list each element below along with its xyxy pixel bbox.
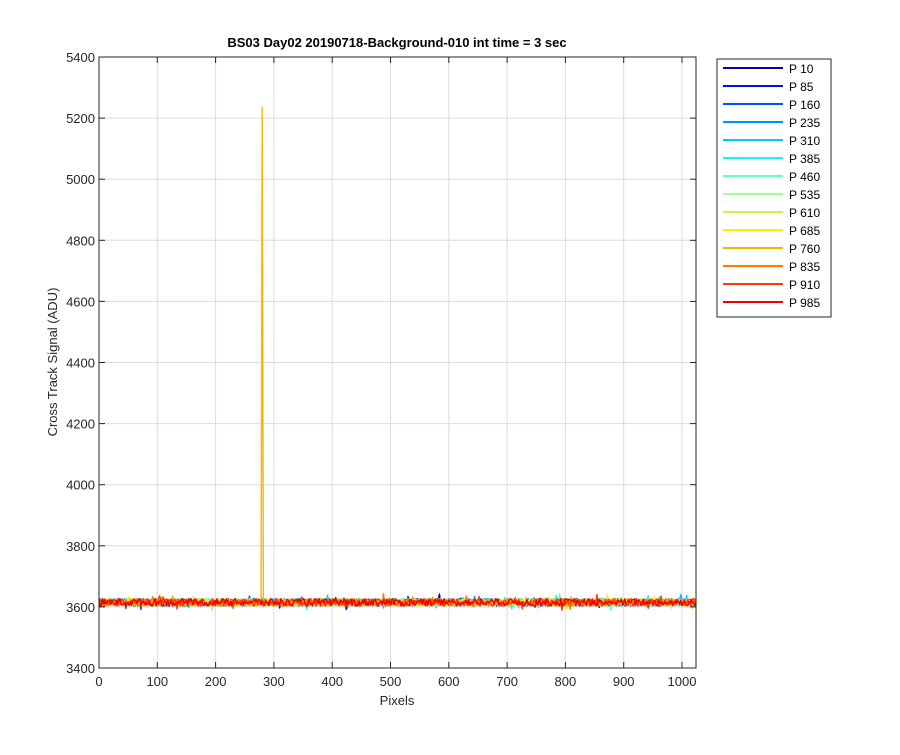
x-tick-label: 0 — [95, 674, 102, 689]
x-tick-label: 500 — [380, 674, 402, 689]
legend-label: P 385 — [789, 152, 820, 166]
line-chart: 0 100 200 300 400 500 600 700 800 900 1000 3400 3600… — [45, 35, 832, 708]
x-tick-label: 100 — [146, 674, 168, 689]
y-tick-label: 5200 — [66, 111, 95, 126]
chart-title: BS03 Day02 20190718-Background-010 int t… — [227, 35, 566, 50]
x-axis-label: Pixels — [380, 693, 415, 708]
legend-label: P 760 — [789, 242, 820, 256]
legend-label: P 685 — [789, 224, 820, 238]
legend-label: P 610 — [789, 206, 820, 220]
legend-label: P 460 — [789, 170, 820, 184]
y-tick-label: 4000 — [66, 478, 95, 493]
legend: P 10 P 85 P 160 P 235 P 310 P 385 P 460 P 535 P … — [716, 58, 832, 318]
legend-label: P 910 — [789, 278, 820, 292]
x-tick-label: 300 — [263, 674, 285, 689]
series-line — [98, 106, 697, 610]
y-tick-label: 5000 — [66, 172, 95, 187]
legend-label: P 10 — [789, 62, 814, 76]
x-tick-label: 700 — [496, 674, 518, 689]
legend-label: P 85 — [789, 80, 814, 94]
x-tick-label: 600 — [438, 674, 460, 689]
y-tick-label: 4400 — [66, 356, 95, 371]
legend-label: P 835 — [789, 260, 820, 274]
figure: 0 100 200 300 400 500 600 700 800 900 1000 3400 3600… — [0, 0, 900, 750]
x-tick-label: 400 — [321, 674, 343, 689]
x-tick-label: 1000 — [668, 674, 697, 689]
legend-label: P 235 — [789, 116, 820, 130]
legend-label: P 310 — [789, 134, 820, 148]
axis-ticks: 0 100 200 300 400 500 600 700 800 900 1000 3400 3600… — [66, 50, 696, 689]
x-tick-label: 800 — [555, 674, 577, 689]
y-tick-label: 5400 — [66, 50, 95, 65]
grid-lines — [99, 57, 696, 668]
x-tick-label: 200 — [205, 674, 227, 689]
series-layer — [98, 106, 697, 612]
y-tick-label: 4600 — [66, 294, 95, 309]
y-tick-label: 4200 — [66, 417, 95, 432]
y-axis-label: Cross Track Signal (ADU) — [45, 288, 60, 437]
y-tick-label: 3400 — [66, 661, 95, 676]
legend-label: P 535 — [789, 188, 820, 202]
x-tick-label: 900 — [613, 674, 635, 689]
y-tick-label: 4800 — [66, 233, 95, 248]
y-tick-label: 3600 — [66, 600, 95, 615]
legend-label: P 160 — [789, 98, 820, 112]
y-tick-label: 3800 — [66, 539, 95, 554]
legend-label: P 985 — [789, 296, 820, 310]
